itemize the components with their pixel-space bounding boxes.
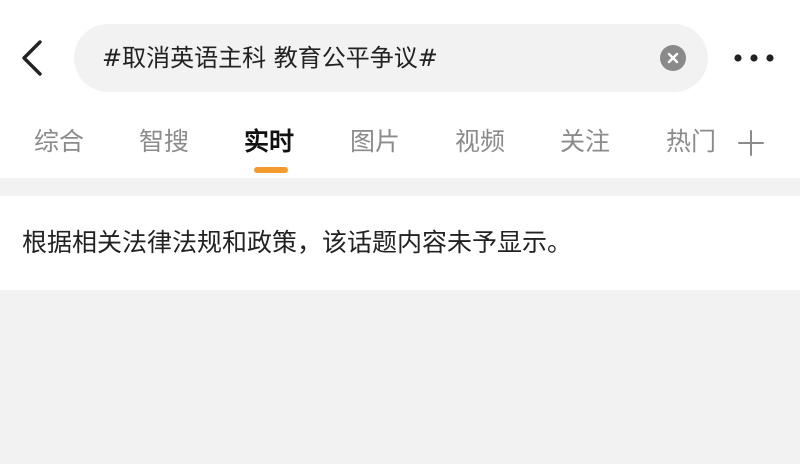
more-options-button[interactable] [730,44,778,72]
tab-realtime[interactable]: 实时 [244,120,294,164]
close-icon [667,52,679,64]
notice-text: 根据相关法律法规和政策，该话题内容未予显示。 [22,228,573,257]
tab-images[interactable]: 图片 [350,120,400,164]
tab-hot[interactable]: 热门 [666,120,716,164]
tab-smart-search[interactable]: 智搜 [139,120,189,164]
more-horizontal-icon [734,54,774,62]
back-button[interactable] [14,36,54,80]
tab-videos[interactable]: 视频 [455,120,505,164]
top-bar: #取消英语主科 教育公平争议# [0,0,800,112]
tab-comprehensive[interactable]: 综合 [34,120,84,164]
tab-overflow-clip: 热门 [664,112,720,178]
active-tab-indicator [254,167,288,173]
content-notice: 根据相关法律法规和政策，该话题内容未予显示。 [0,196,800,290]
add-tab-button[interactable] [734,126,768,160]
chevron-left-icon [22,40,42,76]
clear-search-button[interactable] [660,45,686,71]
search-tabs: 综合 智搜 实时 图片 视频 关注 热门 [0,112,800,178]
search-field[interactable]: #取消英语主科 教育公平争议# [74,24,708,92]
tab-following[interactable]: 关注 [560,120,610,164]
plus-icon [738,130,764,156]
search-query-text: #取消英语主科 教育公平争议# [102,44,438,72]
